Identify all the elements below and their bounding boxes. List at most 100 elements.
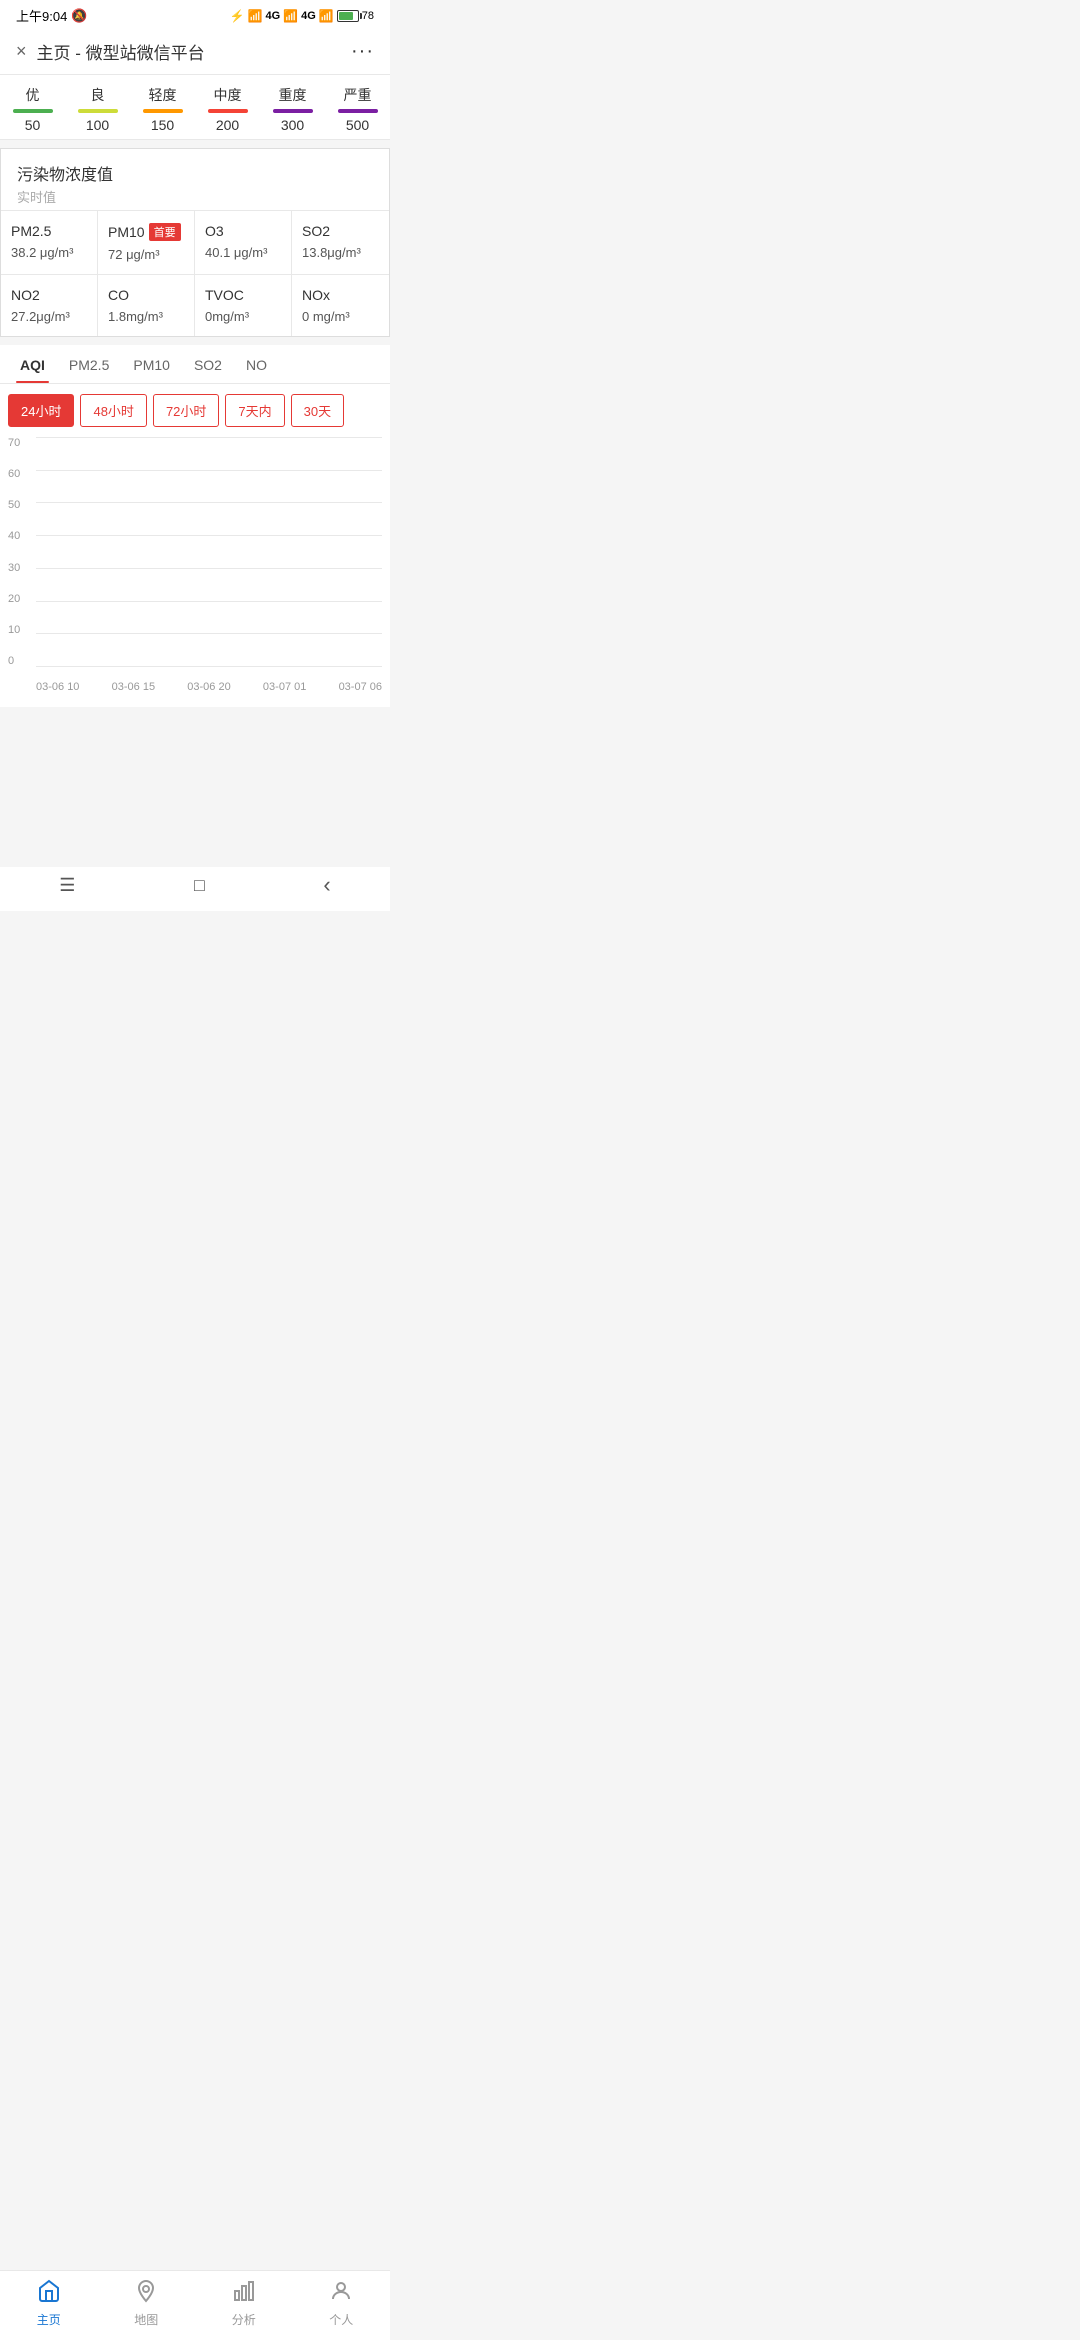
- close-button[interactable]: ×: [16, 41, 27, 62]
- wifi-icon: 📶: [319, 9, 334, 23]
- signal-icon-2: 📶: [283, 9, 298, 23]
- y-axis-label: 20: [8, 593, 32, 605]
- signal-4g-2: 4G: [301, 10, 316, 22]
- y-axis-label: 0: [8, 655, 32, 667]
- pollutant-cell: NOx 0 mg/m³: [292, 275, 389, 336]
- pollutant-name: NOx: [302, 287, 379, 303]
- pollutant-name: NO2: [11, 287, 87, 303]
- nav-left: × 主页 - 微型站微信平台: [16, 39, 205, 64]
- bar-chart-wrapper: 0 10 20 30 40 50 60 70 03-06 10 03-06 15 03-06 20…: [0, 437, 390, 707]
- pollutant-value: 72 μg/m³: [108, 247, 184, 262]
- nav-item-map[interactable]: 地图: [98, 2279, 196, 2328]
- signal-4g-1: 4G: [265, 10, 280, 22]
- android-back-button[interactable]: ‹: [323, 872, 330, 898]
- scale-item: 良 100: [78, 85, 118, 133]
- time-filter-4[interactable]: 30天: [291, 394, 344, 427]
- scale-label: 轻度: [149, 85, 177, 105]
- battery-icon: [337, 10, 359, 22]
- map-icon: [134, 2279, 158, 2307]
- android-nav-bar: ☰ □ ‹: [0, 867, 390, 911]
- status-bar: 上午9:04 🔕 ⚡ 📶 4G 📶 4G 📶 78: [0, 0, 390, 29]
- pollutant-name: TVOC: [205, 287, 281, 303]
- time-filter-1[interactable]: 48小时: [80, 394, 146, 427]
- y-axis-label: 10: [8, 624, 32, 636]
- bar-chart: 0 10 20 30 40 50 60 70 03-06 10 03-06 15 03-06 20…: [8, 437, 382, 697]
- chart-tab-so2[interactable]: SO2: [182, 345, 234, 383]
- chart-tab-pm2.5[interactable]: PM2.5: [57, 345, 121, 383]
- chart-section: AQIPM2.5PM10SO2NO 24小时48小时72小时7天内30天 0 10…: [0, 345, 390, 707]
- chart-bars: [36, 437, 382, 667]
- pollutant-value: 40.1 μg/m³: [205, 245, 281, 260]
- pollutant-value: 1.8mg/m³: [108, 309, 184, 324]
- pollutant-value: 27.2μg/m³: [11, 309, 87, 324]
- y-axis-label: 70: [8, 437, 32, 449]
- pollutant-name: PM2.5: [11, 223, 87, 239]
- analysis-icon: [232, 2279, 256, 2307]
- x-axis-label: 03-06 20: [187, 681, 230, 693]
- chart-tab-no[interactable]: NO: [234, 345, 279, 383]
- pollutant-cell: PM2.5 38.2 μg/m³: [1, 211, 98, 275]
- scale-label: 中度: [214, 85, 242, 105]
- scale-value: 200: [216, 117, 239, 133]
- x-axis: 03-06 1003-06 1503-06 2003-07 0103-07 06: [36, 669, 382, 697]
- nav-item-analysis[interactable]: 分析: [195, 2279, 293, 2328]
- pollutant-value: 38.2 μg/m³: [11, 245, 87, 260]
- home-icon: [37, 2279, 61, 2307]
- android-menu-button[interactable]: ☰: [59, 875, 75, 896]
- pollutant-cell: TVOC 0mg/m³: [195, 275, 292, 336]
- time-filter-2[interactable]: 72小时: [153, 394, 219, 427]
- nav-item-home[interactable]: 主页: [0, 2279, 98, 2328]
- chart-tabs: AQIPM2.5PM10SO2NO: [0, 345, 390, 384]
- pollutant-badge: 首要: [149, 223, 181, 241]
- nav-item-profile[interactable]: 个人: [293, 2279, 391, 2328]
- nav-label-profile: 个人: [329, 2311, 353, 2328]
- y-axis-label: 40: [8, 530, 32, 542]
- scale-bar: [208, 109, 248, 113]
- status-right: ⚡ 📶 4G 📶 4G 📶 78: [230, 9, 374, 23]
- pollutant-name: CO: [108, 287, 184, 303]
- chart-tab-aqi[interactable]: AQI: [8, 345, 57, 383]
- scale-label: 重度: [279, 85, 307, 105]
- x-axis-label: 03-06 15: [112, 681, 155, 693]
- bottom-nav: 主页 地图 分析 个人: [0, 2270, 390, 2340]
- signal-icon: 📶: [248, 9, 263, 23]
- nav-bar: × 主页 - 微型站微信平台 ···: [0, 29, 390, 75]
- y-axis-label: 50: [8, 499, 32, 511]
- scale-label: 优: [26, 85, 40, 105]
- x-axis-label: 03-07 06: [339, 681, 382, 693]
- scale-bar: [78, 109, 118, 113]
- scale-item: 严重 500: [338, 85, 378, 133]
- nav-label-map: 地图: [134, 2311, 158, 2328]
- scale-item: 中度 200: [208, 85, 248, 133]
- scale-item: 轻度 150: [143, 85, 183, 133]
- pollutant-name: PM10首要: [108, 223, 184, 241]
- pollutant-grid: PM2.5 38.2 μg/m³ PM10首要 72 μg/m³ O3 40.1…: [1, 211, 389, 336]
- section-header: 污染物浓度值 实时值: [1, 149, 389, 211]
- android-home-button[interactable]: □: [194, 875, 205, 896]
- scale-value: 500: [346, 117, 369, 133]
- time-filter-3[interactable]: 7天内: [225, 394, 284, 427]
- pollutant-value: 0mg/m³: [205, 309, 281, 324]
- scale-value: 50: [25, 117, 41, 133]
- status-time: 上午9:04: [16, 6, 67, 25]
- nav-label-analysis: 分析: [232, 2311, 256, 2328]
- aqi-scale-bar: 优 50 良 100 轻度 150 中度 200 重度 300 严重 500: [0, 75, 390, 140]
- battery-percent: 78: [362, 10, 374, 22]
- scale-label: 严重: [344, 85, 372, 105]
- pollutant-cell: SO2 13.8μg/m³: [292, 211, 389, 275]
- pollutant-value: 13.8μg/m³: [302, 245, 379, 260]
- pollutant-cell: CO 1.8mg/m³: [98, 275, 195, 336]
- pollutant-value: 0 mg/m³: [302, 309, 379, 324]
- x-axis-label: 03-06 10: [36, 681, 79, 693]
- page-title: 主页 - 微型站微信平台: [37, 39, 205, 64]
- profile-icon: [329, 2279, 353, 2307]
- pollutant-name: O3: [205, 223, 281, 239]
- scale-item: 重度 300: [273, 85, 313, 133]
- y-axis-label: 60: [8, 468, 32, 480]
- scale-item: 优 50: [13, 85, 53, 133]
- time-filter-0[interactable]: 24小时: [8, 394, 74, 427]
- y-axis-label: 30: [8, 562, 32, 574]
- scale-value: 300: [281, 117, 304, 133]
- more-button[interactable]: ···: [351, 40, 374, 63]
- chart-tab-pm10[interactable]: PM10: [121, 345, 182, 383]
